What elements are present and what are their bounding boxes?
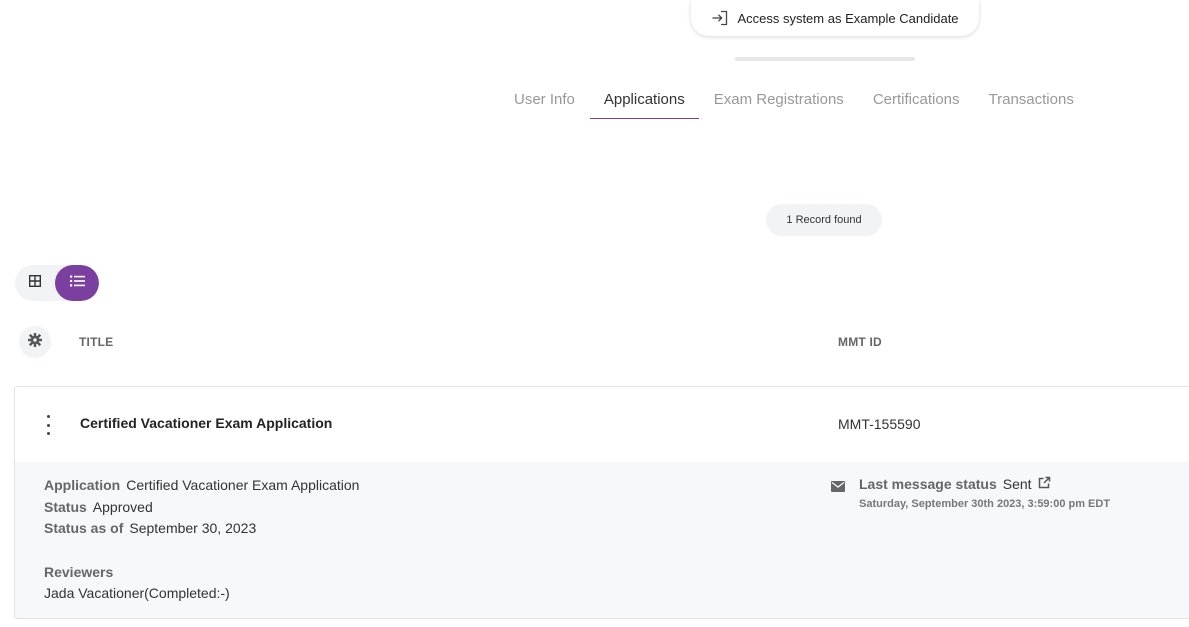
detail-status-as-of: Status as of September 30, 2023 [44,520,256,536]
message-status-value: Sent [1002,476,1032,492]
tab-bar: User Info Applications Exam Registration… [500,82,1089,120]
message-status-label: Last message status [859,476,997,492]
access-as-candidate-label: Access system as Example Candidate [737,10,959,26]
detail-status-as-of-value: September 30, 2023 [129,520,257,536]
list-view-button[interactable] [55,265,99,301]
record-count-badge: 1 Record found [766,204,882,236]
detail-application-label: Application [44,477,121,493]
envelope-icon [831,479,845,497]
tab-exam-registrations[interactable]: Exam Registrations [700,82,858,120]
gear-icon [27,332,43,352]
message-timestamp: Saturday, September 30th 2023, 3:59:00 p… [859,498,1111,510]
tab-certifications[interactable]: Certifications [859,82,974,120]
access-as-candidate-button[interactable]: Access system as Example Candidate [691,0,979,36]
external-link-icon[interactable] [1038,476,1051,492]
detail-reviewers-label: Reviewers [44,564,114,580]
tab-applications[interactable]: Applications [589,82,699,119]
tab-transactions[interactable]: Transactions [975,82,1088,120]
detail-status-value: Approved [92,499,153,515]
row-actions-icon[interactable] [39,415,57,435]
detail-application-value: Certified Vacationer Exam Application [126,477,360,493]
column-header-mmt-id[interactable]: MMT ID [838,335,882,349]
list-icon [69,274,85,292]
detail-status-as-of-label: Status as of [44,520,124,536]
message-status: Last message status Sent Saturday, Septe… [831,476,1110,510]
login-icon [711,10,729,26]
row-mmt-id: MMT-155590 [838,416,921,432]
detail-reviewers: Reviewers [44,564,119,580]
grid-view-button[interactable] [15,265,55,301]
tab-user-info[interactable]: User Info [500,82,589,120]
loading-bar [735,57,915,61]
row-title[interactable]: Certified Vacationer Exam Application [80,415,332,431]
detail-reviewers-value: Jada Vacationer(Completed:-) [44,585,230,601]
detail-status-label: Status [44,499,87,515]
column-header-title[interactable]: TITLE [79,335,113,349]
detail-application: Application Certified Vacationer Exam App… [44,477,359,493]
view-toggle [15,265,99,301]
detail-status: Status Approved [44,499,153,515]
column-settings-button[interactable] [19,326,51,358]
table-row-summary: Certified Vacationer Exam Application MM… [15,387,1189,462]
grid-icon [28,274,42,292]
table-row: Certified Vacationer Exam Application MM… [14,386,1189,619]
row-details-panel: Application Certified Vacationer Exam App… [15,462,1189,618]
